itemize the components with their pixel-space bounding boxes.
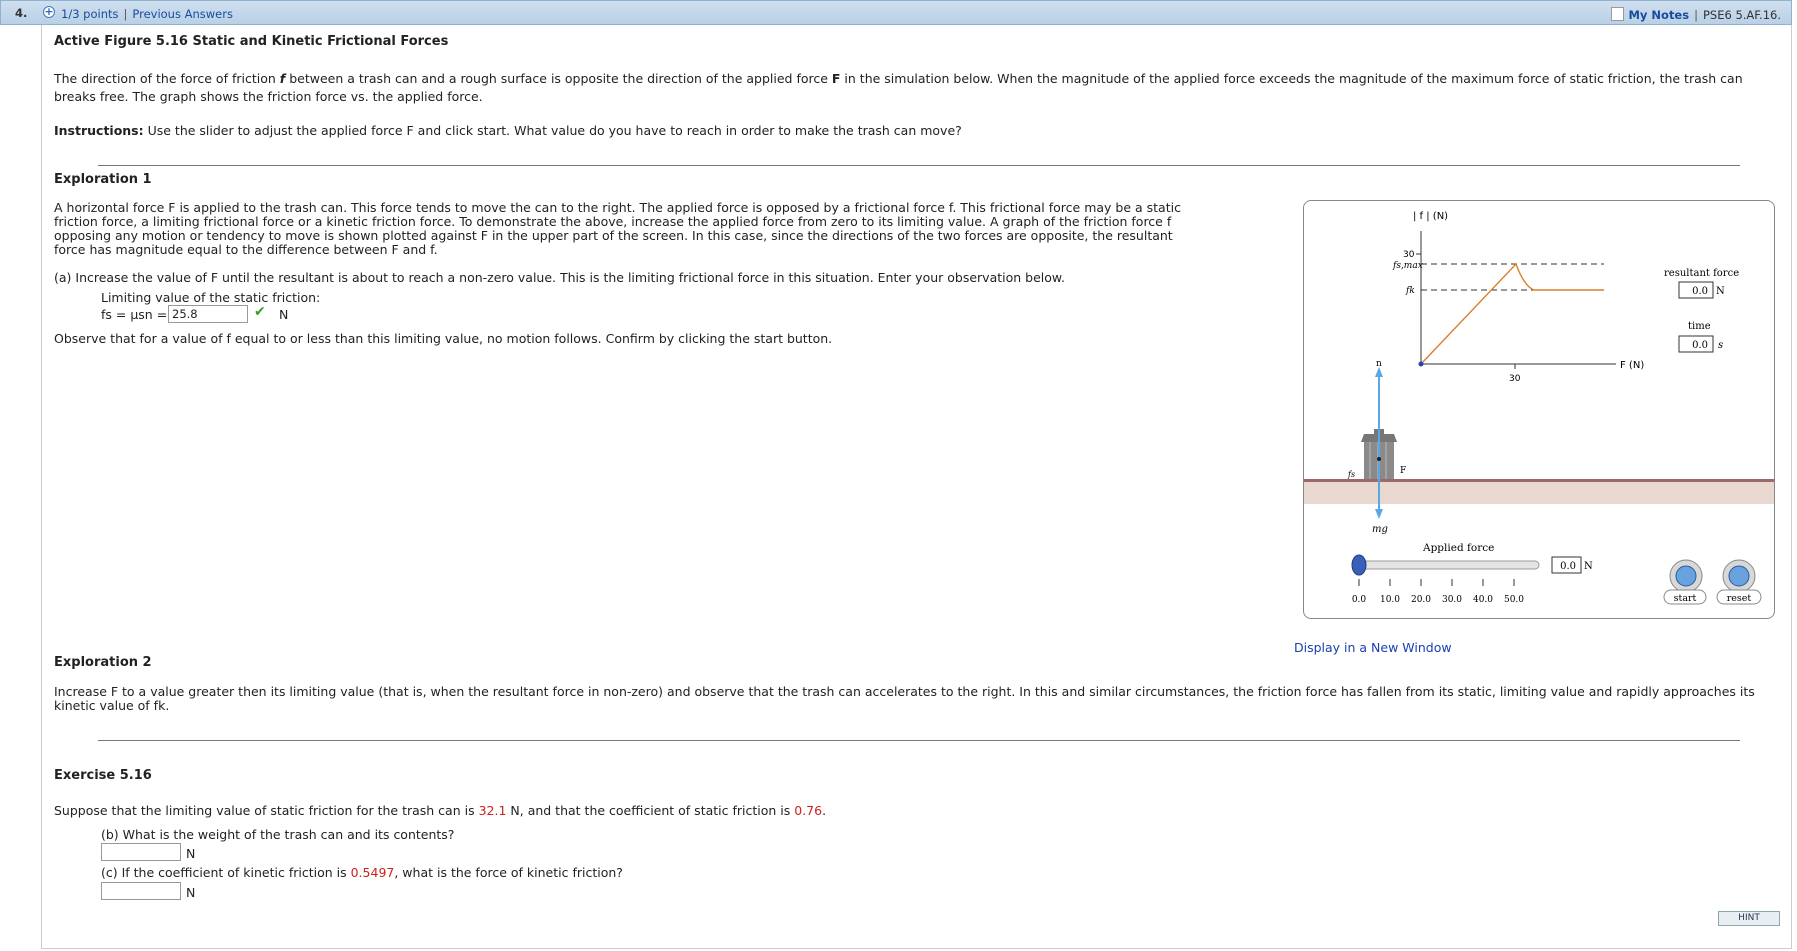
weight-input[interactable] [101, 843, 181, 861]
slider-thumb[interactable] [1351, 554, 1367, 576]
mg-label: mg [1372, 524, 1388, 535]
exploration2-line2: kinetic value of fk. [54, 698, 170, 713]
slider-track[interactable] [1353, 560, 1540, 570]
exercise-text-1: Suppose that the limiting value of stati… [54, 803, 479, 818]
simulation-panel[interactable]: | f | (N) 30 fs,max fk F (N) 30 resultan… [1303, 200, 1775, 619]
previous-answers-link[interactable]: Previous Answers [132, 7, 233, 21]
check-icon: ✔ [254, 304, 266, 320]
slider-tick-label: 10.0 [1380, 595, 1400, 605]
ground-surface [1304, 479, 1774, 482]
exploration1-line2: friction force, a limiting frictional fo… [54, 214, 1172, 229]
page-title: Active Figure 5.16 Static and Kinetic Fr… [54, 34, 449, 49]
n-label: n [1376, 359, 1382, 369]
exploration1-heading: Exploration 1 [54, 172, 152, 187]
fk-label: fk [1405, 286, 1415, 296]
intro-text-3: in the simulation below. When the magnit… [840, 71, 1743, 86]
slider-tick-label: 20.0 [1411, 595, 1431, 605]
part-b-unit: N [186, 846, 196, 861]
question-header: 4. + 1/3 points | Previous Answers My Note… [0, 0, 1792, 25]
static-friction-value: 32.1 [478, 803, 507, 818]
reset-button-icon[interactable] [1728, 565, 1750, 587]
exploration2-heading: Exploration 2 [54, 655, 152, 670]
weight-arrow-head [1375, 509, 1383, 519]
slider-tick-label: 40.0 [1473, 595, 1493, 605]
exercise-text-2: N, and that the coefficient of static fr… [506, 803, 795, 818]
display-new-window-link[interactable]: Display in a New Window [1294, 640, 1452, 655]
separator: | [123, 7, 128, 21]
static-coefficient-value: 0.76 [794, 803, 823, 818]
start-button-label[interactable]: start [1674, 593, 1697, 604]
part-c-text: (c) If the coefficient of kinetic fricti… [101, 865, 623, 880]
intro-text-2: between a trash can and a rough surface … [285, 71, 832, 86]
plus-icon[interactable]: + [43, 6, 55, 18]
instructions-text: Use the slider to adjust the applied for… [143, 123, 962, 138]
graph-origin-point [1418, 361, 1424, 367]
slider-unit: N [1584, 561, 1593, 572]
simulation-svg: | f | (N) 30 fs,max fk F (N) 30 resultan… [1304, 211, 1774, 605]
ground-band [1304, 482, 1774, 504]
intro-paragraph: The direction of the force of friction f… [54, 70, 1754, 106]
slider-tick-label: 30.0 [1442, 595, 1462, 605]
limiting-label: Limiting value of the static friction: [101, 290, 321, 305]
applied-force-label: Applied force [1422, 542, 1494, 554]
my-notes-link[interactable]: My Notes [1628, 8, 1689, 22]
part-c-text-2: , what is the force of kinetic friction? [394, 865, 623, 880]
resultant-label: resultant force [1664, 268, 1739, 279]
divider [98, 740, 1740, 741]
exploration2-text: Increase F to a value greater then its l… [54, 685, 1764, 713]
exercise-heading: Exercise 5.16 [54, 768, 152, 783]
formula: fs = μsn = [101, 307, 168, 322]
part-a-text: (a) Increase the value of F until the re… [54, 270, 1065, 285]
center-of-mass-dot [1377, 457, 1381, 461]
question-id: PSE6 5.AF.16. [1702, 8, 1781, 22]
F-label: F [1400, 466, 1406, 476]
fs-max-label: fs,max [1392, 261, 1423, 271]
part-c-unit: N [186, 885, 196, 900]
exploration1-text: A horizontal force F is applied to the t… [54, 201, 1234, 257]
answer-unit: N [279, 307, 289, 322]
exercise-text-3: . [822, 803, 827, 818]
resultant-value: 0.0 [1692, 286, 1708, 297]
start-button-icon[interactable] [1675, 565, 1697, 587]
exploration2-line1: Increase F to a value greater then its l… [54, 684, 1755, 699]
slider-tick-label: 0.0 [1352, 595, 1367, 605]
resultant-unit: N [1716, 286, 1725, 297]
instructions: Instructions: Use the slider to adjust t… [54, 123, 962, 138]
question-number: 4. [15, 6, 28, 20]
points-info: 1/3 points | Previous Answers [61, 7, 233, 21]
exploration1-line1: A horizontal force F is applied to the t… [54, 200, 1181, 215]
kinetic-coefficient-value: 0.5497 [350, 865, 395, 880]
time-unit: s [1718, 340, 1723, 351]
points-label: 1/3 points [61, 7, 119, 21]
exploration1-line3: opposing any motion or tendency to move … [54, 228, 1173, 243]
slider-value: 0.0 [1560, 561, 1576, 572]
slider-ticks: 0.0 10.0 20.0 30.0 40.0 50.0 [1352, 579, 1524, 605]
hint-button[interactable]: HINT [1718, 911, 1780, 926]
x-axis-label: F (N) [1620, 360, 1644, 371]
reset-button-label[interactable]: reset [1727, 593, 1752, 604]
y-axis-label: | f | (N) [1413, 211, 1448, 222]
part-b-text: (b) What is the weight of the trash can … [101, 827, 455, 842]
friction-curve [1420, 262, 1604, 365]
exploration1-line4: force has magnitude equal to the differe… [54, 242, 438, 257]
y-tick-label: 30 [1403, 250, 1415, 260]
notes-separator: | [1694, 8, 1698, 22]
part-c-text-1: (c) If the coefficient of kinetic fricti… [101, 865, 351, 880]
notes-area: My Notes | PSE6 5.AF.16. [1611, 7, 1781, 22]
kinetic-friction-input[interactable] [101, 882, 181, 900]
time-value: 0.0 [1692, 340, 1708, 351]
intro-text-1: The direction of the force of friction [54, 71, 280, 86]
intro-text-4: breaks free. The graph shows the frictio… [54, 89, 483, 104]
instructions-label: Instructions: [54, 123, 144, 138]
x-tick-label: 30 [1509, 374, 1521, 384]
time-label: time [1688, 321, 1711, 332]
divider [98, 165, 1740, 166]
slider-tick-label: 50.0 [1504, 595, 1524, 605]
notes-icon[interactable] [1611, 7, 1625, 21]
exercise-statement: Suppose that the limiting value of stati… [54, 803, 826, 818]
fs-label: fs [1347, 470, 1355, 479]
observe-text: Observe that for a value of f equal to o… [54, 331, 833, 346]
static-friction-input[interactable]: 25.8 [168, 305, 248, 323]
